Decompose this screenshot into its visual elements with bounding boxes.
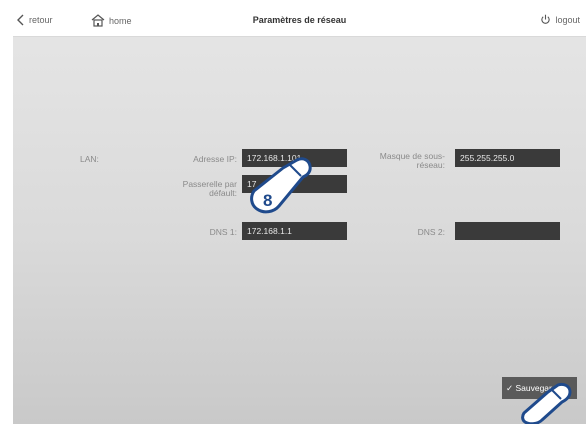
power-icon	[541, 14, 551, 24]
top-bar: retour home Paramètres de réseau logout	[13, 6, 586, 37]
subnet-mask-label: Masque de sous- réseau:	[353, 152, 445, 170]
gateway-label-line2: défault:	[209, 188, 237, 198]
logout-button[interactable]: logout	[540, 14, 580, 25]
dns2-label: DNS 2:	[417, 227, 445, 237]
page-title: Paramètres de réseau	[252, 15, 347, 25]
subnet-mask-input[interactable]: 255.255.255.0	[455, 149, 560, 167]
step-number-badge: 8	[263, 191, 272, 210]
dns2-input[interactable]	[455, 222, 560, 240]
gateway-label: Passerelle par défault:	[153, 180, 237, 198]
dns1-label: DNS 1:	[209, 227, 237, 237]
tutorial-pointer-overlay: 8	[250, 157, 312, 214]
pointing-finger-icon-save	[521, 382, 572, 424]
dns1-input[interactable]: 172.168.1.1	[242, 222, 347, 240]
ip-address-label: Adresse IP:	[193, 154, 237, 164]
logout-label: logout	[555, 14, 580, 25]
lan-section-label: LAN:	[80, 154, 99, 164]
network-settings-screen: retour home Paramètres de réseau logout …	[13, 6, 586, 424]
save-pointer-overlay	[521, 382, 572, 424]
pointing-finger-icon	[250, 157, 312, 214]
subnet-mask-label-line2: réseau:	[416, 160, 445, 170]
